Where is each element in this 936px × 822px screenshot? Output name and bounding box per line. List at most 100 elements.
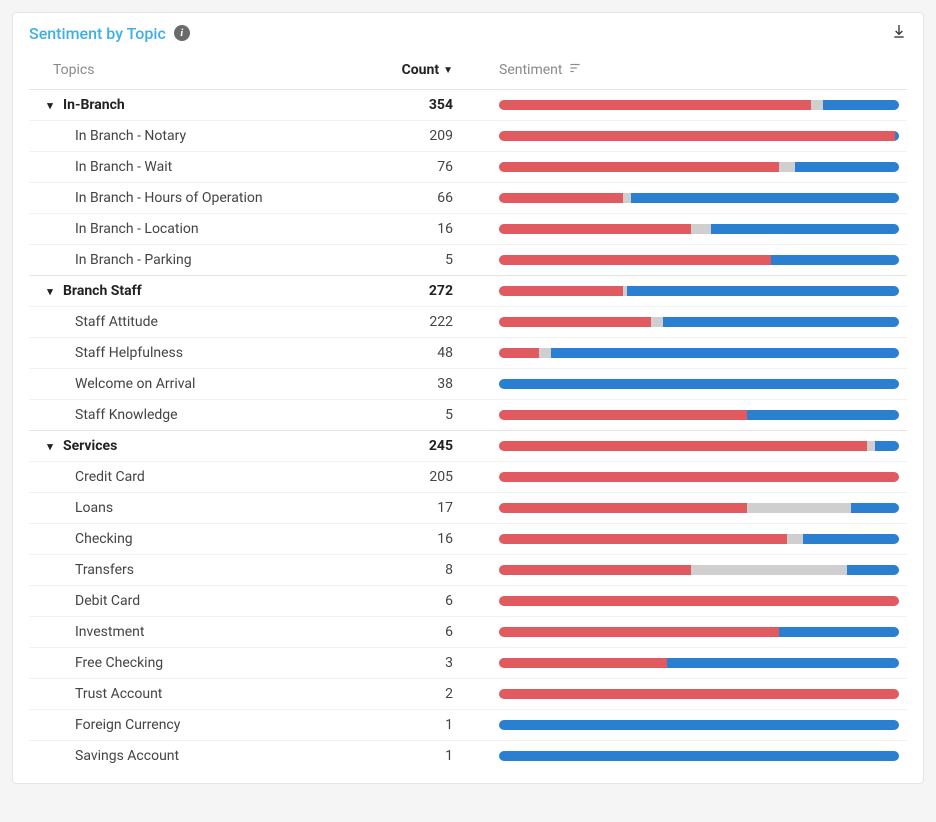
group-count: 272 (317, 283, 465, 299)
group-row[interactable]: ▾ Branch Staff 272 (29, 275, 907, 306)
topic-row[interactable]: In Branch - Notary 209 (29, 120, 907, 151)
sentiment-bar (499, 348, 899, 358)
topic-bar-cell (465, 348, 907, 358)
topic-row[interactable]: Loans 17 (29, 492, 907, 523)
col-header-count-label: Count (402, 62, 440, 78)
sentiment-positive-segment (667, 658, 899, 668)
sentiment-negative-segment (499, 658, 667, 668)
sentiment-positive-segment (823, 100, 899, 110)
topic-count: 76 (317, 159, 465, 175)
sentiment-neutral-segment (747, 503, 851, 513)
chevron-down-icon[interactable]: ▾ (45, 285, 55, 298)
topic-label: Investment (75, 624, 144, 640)
sentiment-bar (499, 441, 899, 451)
sentiment-positive-segment (499, 751, 899, 761)
topic-row[interactable]: In Branch - Location 16 (29, 213, 907, 244)
topic-name-cell: Credit Card (29, 469, 317, 485)
sentiment-positive-segment (847, 565, 899, 575)
sentiment-positive-segment (747, 410, 899, 420)
column-headers: Topics Count ▼ Sentiment (29, 57, 907, 89)
topic-bar-cell (465, 751, 907, 761)
sentiment-negative-segment (499, 627, 779, 637)
topic-name-cell: Foreign Currency (29, 717, 317, 733)
topic-label: In Branch - Parking (75, 252, 192, 268)
sentiment-negative-segment (499, 441, 867, 451)
topic-row[interactable]: Trust Account 2 (29, 678, 907, 709)
sentiment-negative-segment (499, 348, 539, 358)
sentiment-negative-segment (499, 131, 895, 141)
topic-count: 16 (317, 221, 465, 237)
topic-row[interactable]: Staff Attitude 222 (29, 306, 907, 337)
group-count: 245 (317, 438, 465, 454)
topic-count: 5 (317, 407, 465, 423)
topic-label: In Branch - Hours of Operation (75, 190, 263, 206)
sentiment-bar (499, 658, 899, 668)
col-header-count[interactable]: Count ▼ (317, 62, 465, 78)
sentiment-positive-segment (803, 534, 899, 544)
topic-row[interactable]: Staff Helpfulness 48 (29, 337, 907, 368)
sentiment-negative-segment (499, 689, 899, 699)
topic-row[interactable]: In Branch - Hours of Operation 66 (29, 182, 907, 213)
topic-count: 1 (317, 717, 465, 733)
sort-icon (568, 61, 582, 79)
topic-label: Loans (75, 500, 113, 516)
group-label: In-Branch (63, 97, 125, 113)
chevron-down-icon[interactable]: ▾ (45, 440, 55, 453)
topic-bar-cell (465, 317, 907, 327)
topic-count: 6 (317, 624, 465, 640)
group-label: Branch Staff (63, 283, 142, 299)
topic-row[interactable]: In Branch - Wait 76 (29, 151, 907, 182)
sentiment-by-topic-card: Sentiment by Topic i Topics Count ▼ Sent… (12, 12, 924, 784)
group-row[interactable]: ▾ Services 245 (29, 430, 907, 461)
chevron-down-icon[interactable]: ▾ (45, 99, 55, 112)
topic-bar-cell (465, 534, 907, 544)
info-icon[interactable]: i (174, 25, 190, 41)
topic-row[interactable]: Staff Knowledge 5 (29, 399, 907, 430)
group-row[interactable]: ▾ In-Branch 354 (29, 89, 907, 120)
topic-name-cell: Investment (29, 624, 317, 640)
topic-row[interactable]: Welcome on Arrival 38 (29, 368, 907, 399)
sentiment-neutral-segment (811, 100, 823, 110)
topic-name-cell: Free Checking (29, 655, 317, 671)
topic-row[interactable]: Credit Card 205 (29, 461, 907, 492)
title-wrap: Sentiment by Topic i (29, 24, 190, 43)
sentiment-bar (499, 131, 899, 141)
sentiment-positive-segment (631, 193, 899, 203)
topic-row[interactable]: Debit Card 6 (29, 585, 907, 616)
download-icon[interactable] (891, 23, 907, 43)
sentiment-bar (499, 720, 899, 730)
topic-row[interactable]: Checking 16 (29, 523, 907, 554)
topic-row[interactable]: Free Checking 3 (29, 647, 907, 678)
topic-name-cell: Loans (29, 500, 317, 516)
topic-row[interactable]: Savings Account 1 (29, 740, 907, 771)
sentiment-bar (499, 100, 899, 110)
sentiment-bar (499, 472, 899, 482)
col-header-sentiment-label: Sentiment (499, 62, 562, 78)
topic-row[interactable]: Foreign Currency 1 (29, 709, 907, 740)
sentiment-negative-segment (499, 224, 691, 234)
topic-row[interactable]: In Branch - Parking 5 (29, 244, 907, 275)
sentiment-neutral-segment (691, 565, 847, 575)
sentiment-negative-segment (499, 565, 691, 575)
sentiment-negative-segment (499, 410, 747, 420)
topic-row[interactable]: Transfers 8 (29, 554, 907, 585)
topic-bar-cell (465, 224, 907, 234)
topic-row[interactable]: Investment 6 (29, 616, 907, 647)
sentiment-positive-segment (895, 131, 899, 141)
sentiment-bar (499, 317, 899, 327)
topic-name-cell: In Branch - Location (29, 221, 317, 237)
topic-count: 3 (317, 655, 465, 671)
col-header-sentiment[interactable]: Sentiment (465, 61, 907, 79)
sentiment-positive-segment (627, 286, 899, 296)
group-label: Services (63, 438, 117, 454)
topic-label: Checking (75, 531, 133, 547)
topic-name-cell: Staff Helpfulness (29, 345, 317, 361)
sentiment-bar (499, 565, 899, 575)
sentiment-negative-segment (499, 596, 899, 606)
topic-label: Foreign Currency (75, 717, 180, 733)
col-header-topics[interactable]: Topics (29, 62, 317, 78)
group-name-cell: ▾ Services (29, 438, 317, 454)
sentiment-negative-segment (499, 100, 811, 110)
sentiment-neutral-segment (623, 193, 631, 203)
topic-label: Trust Account (75, 686, 162, 702)
